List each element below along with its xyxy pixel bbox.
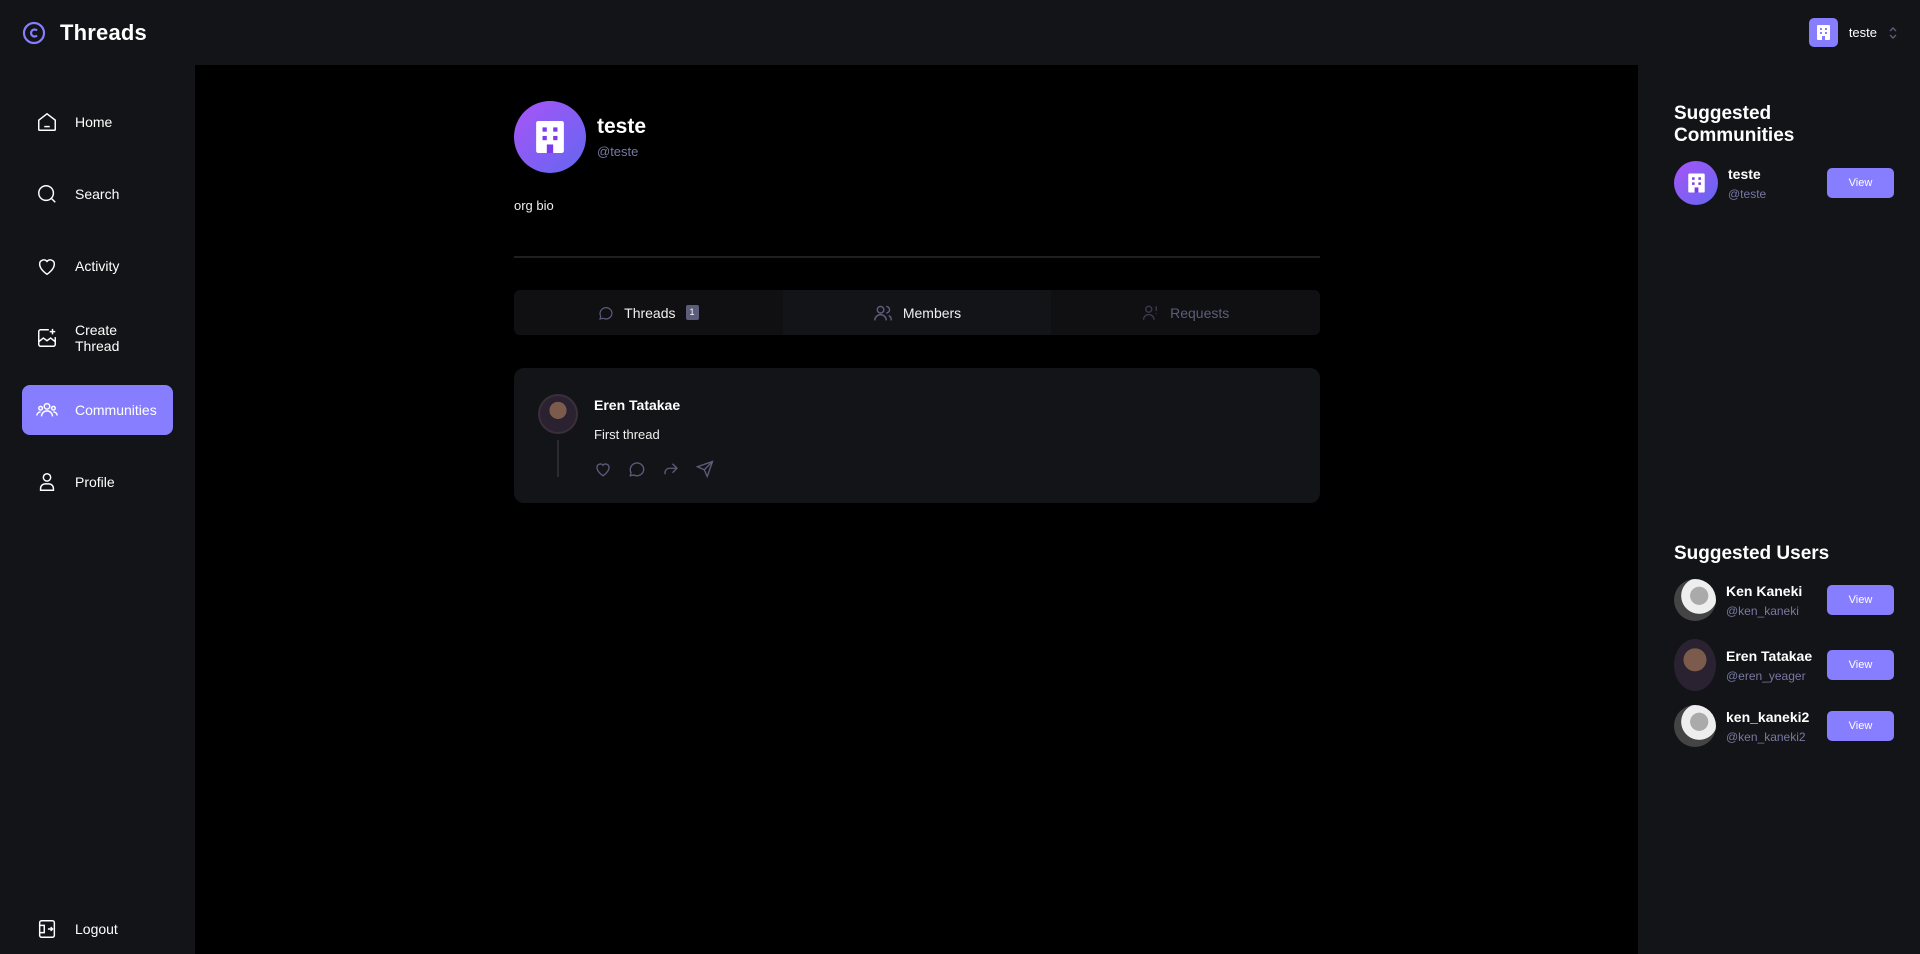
thread-card: Eren Tatakae First thread — [514, 368, 1320, 503]
divider — [514, 256, 1320, 258]
building-icon — [1687, 172, 1706, 194]
user-avatar — [1674, 705, 1716, 747]
chat-bubble-icon — [598, 305, 614, 321]
nav-item-search[interactable]: Search — [22, 169, 173, 219]
tab-threads[interactable]: Threads 1 — [514, 290, 783, 335]
suggested-communities-title: Suggested Communities — [1674, 103, 1795, 146]
suggested-community-name: teste — [1728, 165, 1761, 182]
thread-line — [557, 440, 559, 477]
left-sidebar: Home Search Activity Create Thread Commu… — [0, 65, 195, 954]
nav-label-search: Search — [75, 186, 120, 202]
thread-author-name[interactable]: Eren Tatakae — [594, 397, 714, 413]
thread-text: First thread — [594, 427, 660, 442]
building-icon — [534, 118, 566, 156]
tab-label-threads: Threads — [624, 304, 676, 321]
community-header: teste @teste — [514, 101, 1320, 173]
nav-item-activity[interactable]: Activity — [22, 241, 173, 291]
chevron-up-down-icon — [1888, 25, 1898, 41]
thread-body: Eren Tatakae First thread — [594, 394, 714, 478]
brand-logo-link[interactable]: Threads — [22, 20, 147, 46]
tab-label-requests: Requests — [1170, 304, 1230, 321]
suggested-user-row: Ken Kaneki @ken_kaneki View — [1674, 579, 1894, 621]
logout-button[interactable]: Logout — [22, 904, 173, 954]
view-user-button[interactable]: View — [1827, 585, 1894, 615]
logout-icon — [36, 918, 58, 940]
suggested-user-row: ken_kaneki2 @ken_kaneki2 View — [1674, 705, 1894, 747]
main-content: teste @teste org bio Threads 1 Members R… — [195, 65, 1638, 954]
suggested-user-name: ken_kaneki2 — [1726, 708, 1810, 725]
community-tabs: Threads 1 Members Requests — [514, 290, 1320, 335]
nav-label-profile: Profile — [75, 474, 115, 490]
suggested-user-handle: @ken_kaneki — [1726, 603, 1799, 618]
logout-label: Logout — [75, 921, 118, 937]
nav-item-home[interactable]: Home — [22, 97, 173, 147]
user-avatar — [1674, 639, 1716, 691]
org-switcher-label: teste — [1848, 25, 1877, 40]
view-user-button[interactable]: View — [1827, 650, 1894, 680]
tab-requests[interactable]: Requests — [1051, 290, 1320, 335]
heart-icon[interactable] — [594, 460, 612, 478]
thread-actions — [594, 460, 714, 478]
suggested-users-title: Suggested Users — [1674, 543, 1830, 564]
tab-label-members: Members — [902, 304, 962, 321]
nav-label-home: Home — [75, 114, 113, 130]
suggested-users-section: Suggested Users Ken Kaneki @ken_kaneki V… — [1674, 543, 1894, 747]
author-avatar[interactable] — [538, 394, 578, 434]
create-thread-icon — [36, 327, 58, 349]
suggested-community-row: teste @teste View — [1674, 161, 1894, 205]
suggested-user-handle: @eren_yeager — [1726, 668, 1806, 683]
nav-item-communities[interactable]: Communities — [22, 385, 173, 435]
user-icon — [36, 471, 58, 493]
threads-count-badge: 1 — [685, 305, 699, 320]
suggested-user-name: Eren Tatakae — [1726, 647, 1813, 664]
community-handle: @teste — [597, 144, 639, 159]
threads-logo-icon — [22, 21, 46, 45]
community-bio: org bio — [514, 198, 554, 213]
right-sidebar: Suggested Communities teste @teste View … — [1638, 65, 1920, 954]
tab-members[interactable]: Members — [782, 290, 1052, 335]
view-community-button[interactable]: View — [1827, 168, 1894, 198]
building-icon — [1808, 18, 1838, 47]
nav-label-activity: Activity — [75, 258, 120, 274]
suggested-community-handle: @teste — [1728, 186, 1767, 201]
share-icon[interactable] — [696, 460, 714, 478]
home-icon — [36, 111, 58, 133]
nav-item-create-thread[interactable]: Create Thread — [22, 313, 173, 363]
users-group-icon — [36, 399, 58, 421]
users-icon — [873, 304, 893, 322]
top-bar: Threads teste — [0, 0, 1920, 65]
suggested-user-name: Ken Kaneki — [1726, 582, 1803, 599]
repost-icon[interactable] — [662, 460, 680, 478]
suggested-user-row: Eren Tatakae @eren_yeager View — [1674, 639, 1894, 691]
user-avatar — [1674, 579, 1716, 621]
user-request-icon — [1142, 304, 1160, 322]
nav-label-create-thread: Create Thread — [75, 322, 120, 354]
nav-item-profile[interactable]: Profile — [22, 457, 173, 507]
main-nav: Home Search Activity Create Thread Commu… — [22, 97, 173, 507]
heart-icon — [36, 255, 58, 277]
reply-icon[interactable] — [628, 460, 646, 478]
organization-switcher[interactable]: teste — [1808, 18, 1898, 47]
search-icon — [36, 183, 58, 205]
community-profile: teste @teste org bio Threads 1 Members R… — [514, 101, 1320, 503]
community-name: teste — [597, 115, 647, 138]
suggested-user-handle: @ken_kaneki2 — [1726, 729, 1806, 744]
view-user-button[interactable]: View — [1827, 711, 1894, 741]
community-avatar — [1674, 161, 1718, 205]
nav-label-communities: Communities — [75, 402, 157, 418]
thread-author-column — [538, 394, 578, 477]
community-avatar — [514, 101, 586, 173]
app-name: Threads — [60, 19, 147, 45]
